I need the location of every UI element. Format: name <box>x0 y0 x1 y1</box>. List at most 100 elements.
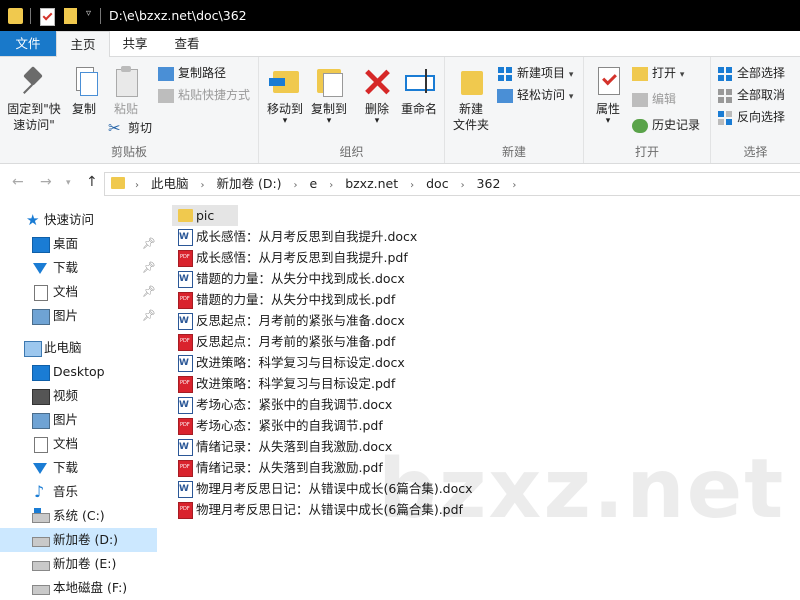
sidebar-item-desktop-pc[interactable]: Desktop <box>0 360 157 384</box>
open-button[interactable]: 打开 <box>632 63 684 83</box>
sidebar-item-label: 系统 (C:) <box>53 508 105 523</box>
open-group: 属性 ▾ 打开 编辑 历史记录 打开 <box>584 57 711 163</box>
history-button[interactable]: 历史记录 <box>632 115 700 135</box>
breadcrumb-drive-d[interactable]: 新加卷 (D:) <box>210 173 287 195</box>
sidebar-item-documents-pc[interactable]: 文档 <box>0 432 157 456</box>
open-label: 打开 <box>652 66 677 80</box>
paste-label: 粘贴 <box>113 102 138 116</box>
drive-icon <box>32 561 50 571</box>
dropdown-arrow-icon: ▾ <box>374 116 380 126</box>
sidebar-item-drive-c[interactable]: 系统 (C:) <box>0 504 157 528</box>
copy-to-button[interactable]: 复制到 ▾ <box>307 65 351 126</box>
sidebar-item-quick-access[interactable]: ★ 快速访问 <box>0 208 157 232</box>
pin-quick-access-button[interactable]: 固定到"快 速访问" <box>2 65 66 133</box>
new-folder-quick-icon[interactable] <box>64 8 77 24</box>
new-item-button[interactable]: 新建项目 <box>497 63 573 83</box>
breadcrumb-362[interactable]: 362 <box>471 173 507 195</box>
sidebar-item-drive-e[interactable]: 新加卷 (E:) <box>0 552 157 576</box>
up-arrow-icon[interactable]: ↑ <box>86 174 98 190</box>
copy-button[interactable]: 复制 <box>64 65 104 117</box>
pin-icon <box>18 65 50 97</box>
drive-icon <box>32 537 50 547</box>
sidebar-item-drive-f[interactable]: 本地磁盘 (F:) <box>0 576 157 600</box>
sidebar-item-label: 图片 <box>53 412 79 427</box>
edit-label: 编辑 <box>652 92 677 106</box>
breadcrumb-chevron-icon[interactable]: › <box>459 175 467 197</box>
sidebar-item-label: 桌面 <box>53 236 79 251</box>
tab-view[interactable]: 查看 <box>162 31 212 56</box>
breadcrumb-chevron-icon[interactable]: › <box>408 175 416 197</box>
tab-file[interactable]: 文件 <box>0 31 56 56</box>
sidebar-item-downloads-pc[interactable]: 下载 <box>0 456 157 480</box>
breadcrumb-chevron-icon[interactable]: › <box>510 175 518 197</box>
breadcrumb-bzxz[interactable]: bzxz.net <box>339 173 404 195</box>
breadcrumb-e[interactable]: e <box>304 173 324 195</box>
copy-path-button[interactable]: 复制路径 <box>158 63 226 83</box>
tab-share[interactable]: 共享 <box>110 31 160 56</box>
properties-button[interactable]: 属性 ▾ <box>588 65 628 126</box>
dropdown-arrow-icon: ▾ <box>605 116 611 126</box>
cut-button[interactable]: 剪切 <box>108 118 152 138</box>
pdf-file-icon <box>178 247 193 268</box>
computer-icon <box>24 341 42 357</box>
sidebar-item-music[interactable]: ♪ 音乐 <box>0 480 157 504</box>
pin-icon[interactable]: 📌︎ <box>142 280 156 304</box>
invert-selection-button[interactable]: 反向选择 <box>717 107 785 127</box>
paste-shortcut-button[interactable]: 粘贴快捷方式 <box>158 85 250 105</box>
file-name: 反思起点：月考前的紧张与准备.docx <box>196 313 405 328</box>
new-item-icon <box>497 66 513 81</box>
paste-button[interactable]: 粘贴 <box>106 65 146 117</box>
breadcrumb-chevron-icon[interactable]: › <box>327 175 335 197</box>
desktop-icon <box>32 365 50 381</box>
sidebar-item-documents[interactable]: 文档 📌︎ <box>0 280 157 304</box>
select-none-icon <box>717 88 733 103</box>
breadcrumb-chevron-icon[interactable]: › <box>292 175 300 197</box>
recent-locations-chevron-icon[interactable]: ▾ <box>66 178 71 188</box>
file-name: 改进策略：科学复习与目标设定.docx <box>196 355 405 370</box>
edit-button[interactable]: 编辑 <box>632 89 676 109</box>
breadcrumb-chevron-icon[interactable]: › <box>133 175 141 197</box>
new-item-label: 新建项目 <box>517 66 566 80</box>
word-document-icon <box>178 311 193 332</box>
select-none-label: 全部取消 <box>737 88 786 102</box>
sidebar-item-videos[interactable]: 视频 <box>0 384 157 408</box>
sidebar-item-label: 视频 <box>53 388 79 403</box>
rename-button[interactable]: 重命名 <box>397 65 441 117</box>
delete-button[interactable]: 删除 ▾ <box>359 65 395 126</box>
tab-home[interactable]: 主页 <box>56 31 110 58</box>
rename-label: 重命名 <box>400 102 437 116</box>
ribbon: 固定到"快 速访问" 复制 粘贴 复制路径 粘贴快捷方式 剪切 剪贴板 移动到 … <box>0 57 800 164</box>
sidebar-item-drive-d[interactable]: 新加卷 (D:) <box>0 528 157 552</box>
breadcrumb-doc[interactable]: doc <box>420 173 454 195</box>
sidebar-item-label: 文档 <box>53 436 79 451</box>
move-to-button[interactable]: 移动到 ▾ <box>263 65 307 126</box>
back-arrow-icon[interactable]: ← <box>12 174 24 190</box>
folder-row[interactable]: pic <box>172 205 238 226</box>
address-bar[interactable]: › 此电脑 › 新加卷 (D:) › e › bzxz.net › doc › … <box>104 172 800 196</box>
breadcrumb-chevron-icon[interactable]: › <box>198 175 206 197</box>
sidebar-item-downloads[interactable]: 下载 📌︎ <box>0 256 157 280</box>
word-document-icon <box>178 479 193 500</box>
sidebar-item-pictures[interactable]: 图片 📌︎ <box>0 304 157 328</box>
sidebar-item-desktop[interactable]: 桌面 📌︎ <box>0 232 157 256</box>
picture-icon <box>32 413 50 429</box>
easy-access-button[interactable]: 轻松访问 <box>497 85 573 105</box>
select-none-button[interactable]: 全部取消 <box>717 85 785 105</box>
file-name: 情绪记录：从失落到自我激励.docx <box>196 439 393 454</box>
pin-icon[interactable]: 📌︎ <box>142 304 156 328</box>
sidebar-item-pictures-pc[interactable]: 图片 <box>0 408 157 432</box>
file-name: 错题的力量：从失分中找到成长.pdf <box>196 292 396 307</box>
pin-icon[interactable]: 📌︎ <box>142 256 156 280</box>
sidebar-item-this-pc[interactable]: 此电脑 <box>0 336 157 360</box>
breadcrumb-this-pc[interactable]: 此电脑 <box>145 173 195 195</box>
paste-shortcut-icon <box>158 88 174 103</box>
new-group: 新建 文件夹 新建项目 轻松访问 新建 <box>445 57 584 163</box>
pin-icon[interactable]: 📌︎ <box>142 232 156 256</box>
select-all-button[interactable]: 全部选择 <box>717 63 785 83</box>
sidebar-item-label: 文档 <box>53 284 79 299</box>
new-folder-button[interactable]: 新建 文件夹 <box>449 65 493 133</box>
properties-quick-icon[interactable] <box>40 8 55 26</box>
customize-quick-access-icon[interactable]: ▿ <box>86 8 91 24</box>
video-icon <box>32 389 50 405</box>
forward-arrow-icon[interactable]: → <box>40 174 52 190</box>
